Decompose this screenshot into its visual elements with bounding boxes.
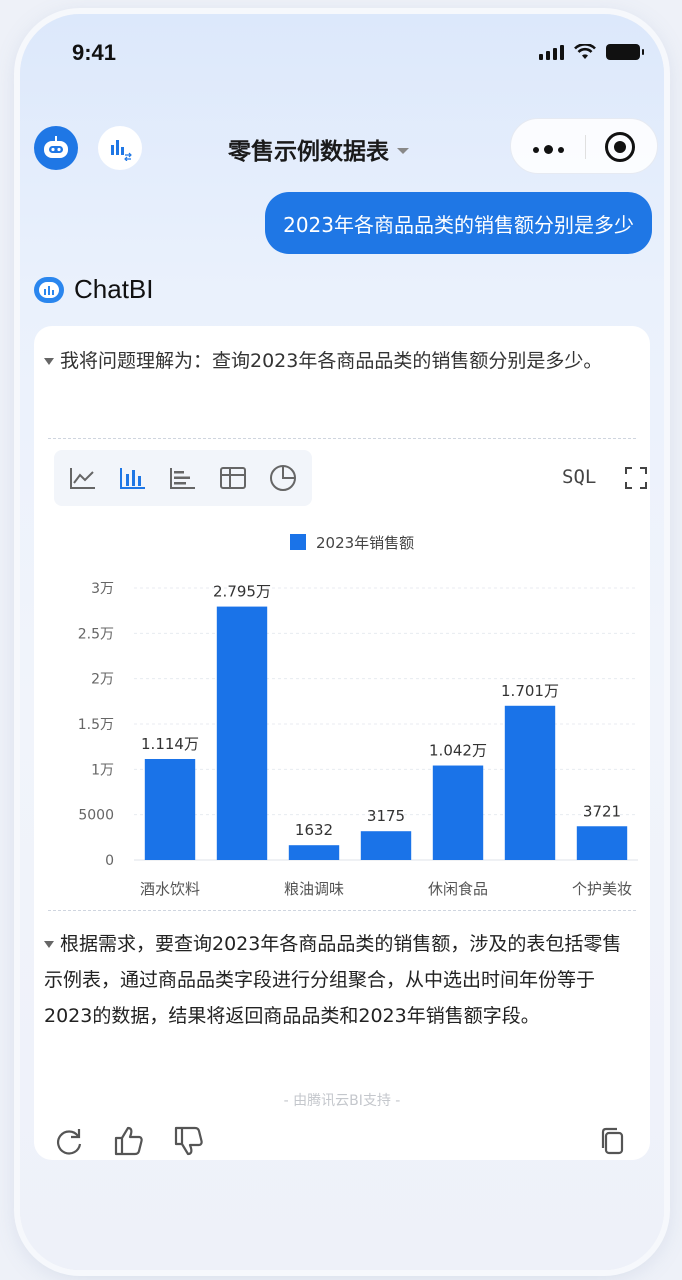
y-tick-label: 2.5万	[78, 626, 114, 642]
chevron-down-icon	[397, 148, 409, 154]
collapse-caret-icon	[44, 941, 54, 948]
answer-card: 我将问题理解为：查询2023年各商品品类的销售额分别是多少。 SQL 2023年…	[34, 326, 650, 1160]
bar	[144, 758, 196, 860]
assistant-header: ChatBI	[34, 274, 154, 305]
robot-icon[interactable]	[34, 126, 78, 170]
status-icons	[539, 44, 644, 60]
bar-data-label: 1632	[295, 821, 333, 839]
x-tick-label: 休闲食品	[428, 880, 488, 898]
y-tick-label: 2万	[91, 672, 114, 688]
more-dots-icon[interactable]	[533, 145, 564, 154]
divider	[48, 910, 636, 911]
y-tick-label: 1万	[91, 762, 114, 778]
battery-icon	[606, 44, 644, 60]
y-tick-label: 3万	[91, 581, 114, 597]
bar	[504, 705, 556, 860]
bar-data-label: 1.042万	[429, 742, 487, 760]
legend-label: 2023年销售额	[316, 534, 414, 552]
copy-icon[interactable]	[596, 1124, 632, 1160]
divider	[48, 438, 636, 439]
x-tick-label: 个护美妆	[572, 880, 632, 898]
user-message-bubble: 2023年各商品品类的销售额分别是多少	[265, 192, 652, 254]
x-tick-label: 酒水饮料	[140, 880, 200, 898]
status-time: 9:41	[72, 40, 117, 65]
understanding-text[interactable]: 我将问题理解为：查询2023年各商品品类的销售额分别是多少。	[44, 344, 636, 378]
bar-chart: 2023年销售额 0 5000 1万 1.5万 2万 2.5万 3万 1.114万酒水饮料 2…	[78, 534, 638, 898]
horizontal-bar-icon[interactable]	[163, 458, 203, 498]
thumbs-up-icon[interactable]	[112, 1124, 148, 1160]
answer-actions	[52, 1124, 632, 1164]
powered-by-note: - 由腾讯云BI支持 -	[283, 1093, 401, 1109]
nav-bar: 零售示例数据表	[20, 118, 664, 178]
sql-button[interactable]: SQL	[562, 466, 596, 488]
nav-title-text: 零售示例数据表	[228, 139, 389, 165]
legend-swatch	[290, 534, 306, 550]
line-chart-icon[interactable]	[63, 458, 103, 498]
y-tick-label: 5000	[78, 808, 114, 824]
y-tick-label: 1.5万	[78, 717, 114, 733]
chart-switch-icon[interactable]	[98, 126, 142, 170]
capsule-divider	[585, 135, 586, 159]
pie-chart-icon[interactable]	[263, 458, 303, 498]
bar	[432, 765, 484, 860]
bar-data-label: 3721	[583, 802, 621, 820]
phone-frame: 9:41 零售示例数据表 2023年各商品品类的销售额分别是多少 ChatBI …	[20, 14, 664, 1270]
bar	[576, 826, 628, 860]
refresh-icon[interactable]	[52, 1124, 88, 1160]
status-bar: 9:41	[20, 40, 664, 70]
bar-data-label: 2.795万	[213, 583, 271, 601]
understanding-label: 我将问题理解为：查询2023年各商品品类的销售额分别是多少。	[60, 350, 603, 372]
bar-data-label: 1.701万	[501, 682, 559, 700]
collapse-caret-icon	[44, 358, 54, 365]
bar	[288, 845, 340, 860]
thumbs-down-icon[interactable]	[172, 1124, 208, 1160]
wifi-icon	[574, 44, 596, 59]
fullscreen-icon[interactable]	[624, 466, 648, 490]
bar-data-label: 1.114万	[141, 735, 199, 753]
bar-chart-icon[interactable]	[113, 458, 153, 498]
explanation-text[interactable]: 根据需求，要查询2023年各商品品类的销售额，涉及的表包括零售示例表，通过商品品…	[44, 926, 640, 1034]
target-circle-icon[interactable]	[605, 132, 635, 162]
bar	[216, 606, 268, 860]
chart-type-toolbar	[54, 450, 312, 506]
mini-program-capsule	[510, 118, 658, 174]
explanation-label: 根据需求，要查询2023年各商品品类的销售额，涉及的表包括零售示例表，通过商品品…	[44, 933, 622, 1027]
x-tick-label: 粮油调味	[284, 880, 344, 898]
chatbi-logo-icon	[34, 276, 64, 303]
bar	[360, 831, 412, 860]
y-tick-label: 0	[105, 853, 114, 869]
table-icon[interactable]	[213, 458, 253, 498]
bar-data-label: 3175	[367, 807, 405, 825]
signal-icon	[539, 44, 564, 60]
assistant-name: ChatBI	[74, 274, 154, 304]
dataset-selector[interactable]: 零售示例数据表	[228, 132, 409, 166]
